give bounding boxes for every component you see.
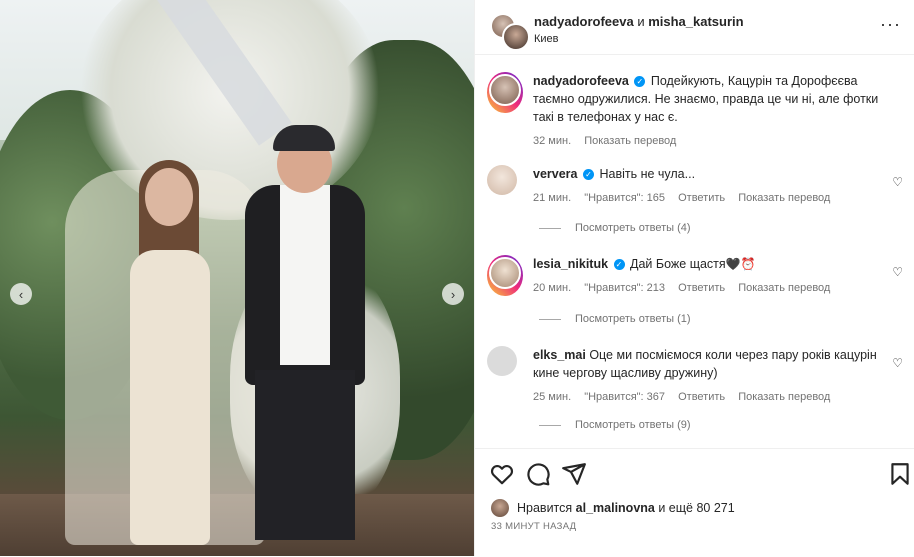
post-location[interactable]: Киев [534,33,559,45]
photo-bride [65,150,265,545]
view-replies-button[interactable]: Посмотреть ответы (1) [539,313,691,325]
comment-item: ververa ✓ Навіть не чула... 21 мин. "Нра… [487,165,907,215]
author-joiner: и [637,14,645,29]
coauthor-username[interactable]: misha_katsurin [648,14,743,29]
carousel-prev-button[interactable]: ‹ [10,283,32,305]
verified-icon: ✓ [634,76,646,87]
avatar[interactable] [489,257,521,289]
likes-suffix: и ещё 80 271 [658,501,735,515]
reply-button[interactable]: Ответить [678,192,725,204]
view-replies-label: Посмотреть ответы (1) [575,313,691,325]
photo-groom [235,125,375,555]
replies-divider [539,318,561,320]
likes-user[interactable]: al_malinovna [576,501,655,515]
post-actions: Нравится al_malinovna и ещё 80 271 33 МИ… [475,448,914,557]
story-ring[interactable] [487,72,523,113]
post-photo[interactable]: ‹ › [0,0,474,556]
show-translation-link[interactable]: Показать перевод [738,391,830,403]
chevron-left-icon: ‹ [18,286,24,302]
comment-text: Дай Боже щастя [630,257,726,271]
comment-icon[interactable] [525,461,551,487]
bookmark-icon[interactable] [887,461,913,487]
show-translation-link[interactable]: Показать перевод [738,192,830,204]
post-panel: nadyadorofeeva и misha_katsurin Киев ···… [474,0,914,556]
story-ring[interactable] [487,255,523,296]
avatar[interactable] [502,23,530,51]
view-replies-button[interactable]: Посмотреть ответы (4) [539,222,691,234]
more-options-button[interactable]: ··· [880,14,901,35]
comment-likes[interactable]: "Нравится": 367 [584,391,665,403]
view-replies-button[interactable]: Посмотреть ответы (9) [539,419,691,431]
carousel-next-button[interactable]: › [442,283,464,305]
replies-divider [539,424,561,426]
comment-likes[interactable]: "Нравится": 213 [584,282,665,294]
heart-clock-emoji: 🖤⏰ [725,257,756,271]
comment-text: Навіть не чула... [599,167,696,181]
likes-prefix: Нравится [517,501,573,515]
view-replies-label: Посмотреть ответы (4) [575,222,691,234]
post-timestamp[interactable]: 33 МИНУТ НАЗАД [491,521,576,532]
view-replies-label: Посмотреть ответы (9) [575,419,691,431]
comment-username[interactable]: lesia_nikituk [533,257,608,271]
caption-time[interactable]: 32 мин. [533,135,571,147]
chevron-right-icon: › [450,286,456,302]
comment-time[interactable]: 21 мин. [533,192,571,204]
comment-item: lesia_nikituk ✓ Дай Боже щастя🖤⏰ 20 мин.… [487,255,907,305]
comment-username[interactable]: ververa [533,167,578,181]
avatar [491,499,509,517]
comment-time[interactable]: 25 мин. [533,391,571,403]
comment-time[interactable]: 20 мин. [533,282,571,294]
avatar[interactable] [487,165,517,195]
likes-summary[interactable]: Нравится al_malinovna и ещё 80 271 [491,499,735,517]
author-username[interactable]: nadyadorofeeva [534,14,634,29]
share-icon[interactable] [561,461,587,487]
comment-likes[interactable]: "Нравится": 165 [584,192,665,204]
show-translation-link[interactable]: Показать перевод [584,135,676,147]
comment-item: elks_mai Оце ми посміємося коли через па… [487,346,907,406]
caption-username[interactable]: nadyadorofeeva [533,74,629,88]
replies-divider [539,227,561,229]
show-translation-link[interactable]: Показать перевод [738,282,830,294]
verified-icon: ✓ [582,169,594,180]
post-authors: nadyadorofeeva и misha_katsurin [534,14,744,29]
avatar[interactable] [487,346,517,376]
avatar[interactable] [489,74,521,106]
reply-button[interactable]: Ответить [678,282,725,294]
like-comment-icon[interactable]: ♡ [892,263,903,281]
comment-username[interactable]: elks_mai [533,348,586,362]
author-avatars[interactable] [492,15,530,51]
reply-button[interactable]: Ответить [678,391,725,403]
like-comment-icon[interactable]: ♡ [892,354,903,372]
like-comment-icon[interactable]: ♡ [892,173,903,191]
like-heart-icon[interactable] [489,461,515,487]
verified-icon: ✓ [613,259,625,270]
post-header: nadyadorofeeva и misha_katsurin Киев ··· [475,0,914,55]
